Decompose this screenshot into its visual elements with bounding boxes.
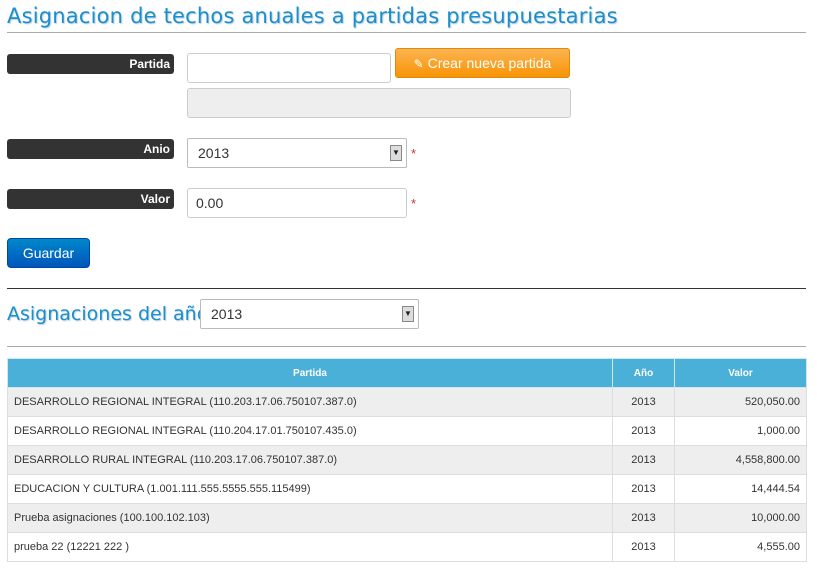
asignaciones-table: Partida Año Valor DESARROLLO REGIONAL IN…	[7, 358, 807, 562]
cell-anio: 2013	[612, 416, 675, 446]
cell-anio: 2013	[612, 445, 675, 475]
cell-anio: 2013	[612, 532, 675, 562]
anio-required-mark: *	[411, 146, 417, 161]
column-header-partida[interactable]: Partida	[7, 358, 613, 388]
cell-partida: DESARROLLO RURAL INTEGRAL (110.203.17.06…	[7, 445, 613, 475]
table-row[interactable]: prueba 22 (12221 222 ) 2013 4,555.00	[7, 532, 807, 562]
cell-valor: 4,555.00	[674, 532, 807, 562]
table-row[interactable]: Prueba asignaciones (100.100.102.103) 20…	[7, 503, 807, 533]
year-filter-value: 2013	[211, 306, 243, 322]
cell-partida: EDUCACION Y CULTURA (1.001.111.555.5555.…	[7, 474, 613, 504]
anio-select-value: 2013	[198, 145, 230, 161]
column-header-anio[interactable]: Año	[612, 358, 675, 388]
table-row[interactable]: DESARROLLO REGIONAL INTEGRAL (110.204.17…	[7, 416, 807, 446]
table-row[interactable]: DESARROLLO REGIONAL INTEGRAL (110.203.17…	[7, 387, 807, 417]
column-header-valor[interactable]: Valor	[674, 358, 807, 388]
cell-anio: 2013	[612, 387, 675, 417]
table-header-row: Partida Año Valor	[7, 358, 807, 388]
valor-input[interactable]: 0.00	[187, 188, 407, 218]
dropdown-arrow-icon: ▼	[390, 145, 402, 161]
cell-partida: Prueba asignaciones (100.100.102.103)	[7, 503, 613, 533]
edit-icon: ✎	[413, 57, 424, 71]
partida-label: Partida	[7, 54, 174, 74]
section-divider	[7, 288, 806, 289]
table-row[interactable]: EDUCACION Y CULTURA (1.001.111.555.5555.…	[7, 474, 807, 504]
cell-valor: 1,000.00	[674, 416, 807, 446]
cell-partida: DESARROLLO REGIONAL INTEGRAL (110.203.17…	[7, 387, 613, 417]
table-row[interactable]: DESARROLLO RURAL INTEGRAL (110.203.17.06…	[7, 445, 807, 475]
anio-select[interactable]: 2013 ▼	[187, 138, 407, 168]
valor-label: Valor	[7, 189, 174, 209]
page-title: Asignacion de techos anuales a partidas …	[7, 4, 618, 28]
cell-valor: 14,444.54	[674, 474, 807, 504]
cell-partida: DESARROLLO REGIONAL INTEGRAL (110.204.17…	[7, 416, 613, 446]
table-divider	[7, 346, 806, 347]
cell-anio: 2013	[612, 474, 675, 504]
asignaciones-title: Asignaciones del año	[7, 303, 209, 325]
cell-anio: 2013	[612, 503, 675, 533]
year-filter-select[interactable]: 2013 ▼	[200, 299, 419, 329]
cell-valor: 4,558,800.00	[674, 445, 807, 475]
create-partida-label: Crear nueva partida	[427, 55, 552, 71]
anio-label: Anio	[7, 139, 174, 159]
cell-valor: 520,050.00	[674, 387, 807, 417]
partida-description-field	[187, 88, 571, 118]
partida-input[interactable]	[187, 53, 391, 83]
cell-valor: 10,000.00	[674, 503, 807, 533]
cell-partida: prueba 22 (12221 222 )	[7, 532, 613, 562]
dropdown-arrow-icon: ▼	[402, 306, 414, 322]
create-partida-button[interactable]: ✎ Crear nueva partida	[395, 48, 570, 78]
title-divider	[7, 32, 806, 33]
save-button[interactable]: Guardar	[7, 238, 90, 268]
valor-required-mark: *	[411, 196, 417, 211]
